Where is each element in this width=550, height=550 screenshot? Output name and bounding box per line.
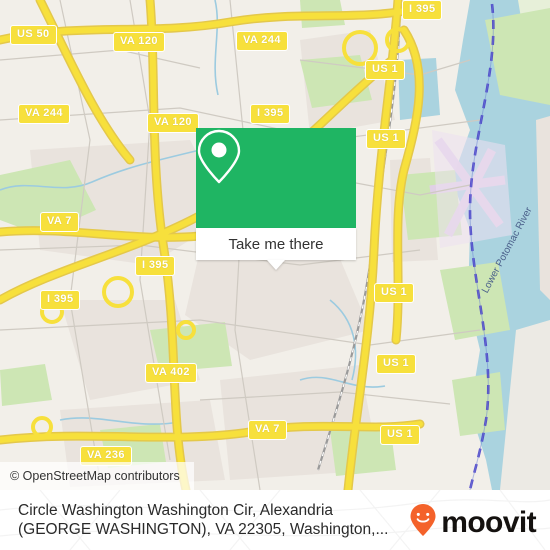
popup-pin-panel <box>196 128 356 228</box>
road-shield: US 1 <box>380 425 421 445</box>
road-shield: VA 244 <box>18 104 70 124</box>
road-shield: VA 244 <box>236 31 288 51</box>
road-shield: I 395 <box>135 256 176 276</box>
road-shield: US 1 <box>366 129 407 149</box>
moovit-logo[interactable]: moovit <box>409 503 537 542</box>
road-shield: US 1 <box>365 60 406 80</box>
location-title: Circle Washington Washington Cir, Alexan… <box>18 501 408 539</box>
road-shield: I 395 <box>250 104 291 124</box>
road-shield: I 395 <box>40 290 81 310</box>
road-shield: VA 7 <box>248 420 287 440</box>
moovit-location-card: US 50 VA 120 VA 244 I 395 US 1 VA 244 VA 120 I … <box>0 0 550 550</box>
road-shield: I 395 <box>402 0 443 20</box>
location-title-line-2: (GEORGE WASHINGTON), VA 22305, Washingto… <box>18 521 389 538</box>
footer-bar: Circle Washington Washington Cir, Alexan… <box>0 490 550 550</box>
road-shield: VA 120 <box>113 32 165 52</box>
map-canvas[interactable]: US 50 VA 120 VA 244 I 395 US 1 VA 244 VA 120 I … <box>0 0 550 490</box>
moovit-smiley-pin-icon <box>409 503 437 542</box>
location-title-line-1: Circle Washington Washington Cir, Alexan… <box>18 502 334 519</box>
road-shield: VA 402 <box>145 363 197 383</box>
road-shield: US 1 <box>376 354 417 374</box>
popup-tail <box>267 260 285 270</box>
road-shield: VA 120 <box>147 113 199 133</box>
road-shield: US 50 <box>10 25 57 45</box>
take-me-there-label: Take me there <box>228 235 324 253</box>
road-shield: VA 7 <box>40 212 79 232</box>
moovit-wordmark: moovit <box>441 505 536 539</box>
map-attribution[interactable]: © OpenStreetMap contributors <box>0 462 194 490</box>
location-popup[interactable]: Take me there <box>196 128 356 270</box>
take-me-there-button[interactable]: Take me there <box>196 228 356 270</box>
road-shield: US 1 <box>374 283 415 303</box>
